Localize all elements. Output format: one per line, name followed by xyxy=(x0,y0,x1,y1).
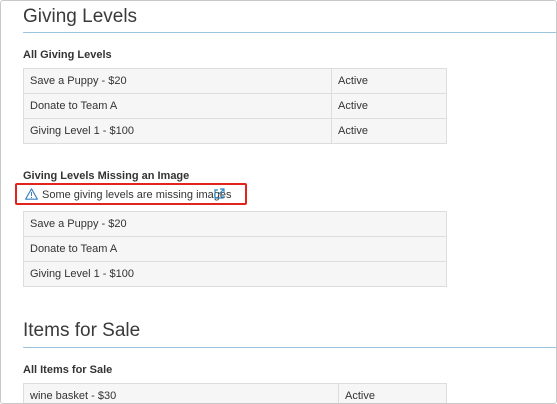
warning-triangle-icon xyxy=(25,188,38,203)
giving-level-name: Save a Puppy - $20 xyxy=(23,211,447,237)
table-row[interactable]: Donate to Team A xyxy=(23,236,447,262)
content-panel: Giving Levels All Giving Levels Save a P… xyxy=(0,0,557,404)
external-link-icon[interactable] xyxy=(213,188,225,203)
missing-images-warning: Some giving levels are missing images xyxy=(15,183,247,205)
table-row[interactable]: Giving Level 1 - $100 xyxy=(23,261,447,287)
table-row[interactable]: Giving Level 1 - $100 Active xyxy=(23,118,447,144)
table-row[interactable]: Save a Puppy - $20 xyxy=(23,211,447,237)
table-row[interactable]: Donate to Team A Active xyxy=(23,93,447,119)
giving-level-name: Donate to Team A xyxy=(23,93,332,119)
giving-level-status: Active xyxy=(331,68,447,94)
missing-image-table: Save a Puppy - $20 Donate to Team A Givi… xyxy=(23,211,447,287)
section-divider xyxy=(23,32,556,33)
all-items-subtitle: All Items for Sale xyxy=(23,364,113,376)
giving-level-name: Donate to Team A xyxy=(23,236,447,262)
giving-levels-title: Giving Levels xyxy=(23,6,138,27)
giving-level-name: Save a Puppy - $20 xyxy=(23,68,332,94)
giving-level-name: Giving Level 1 - $100 xyxy=(23,261,447,287)
giving-level-status: Active xyxy=(331,93,447,119)
item-status: Active xyxy=(338,383,447,403)
table-row[interactable]: wine basket - $30 Active xyxy=(23,383,447,403)
table-row[interactable]: Save a Puppy - $20 Active xyxy=(23,68,447,94)
all-giving-levels-subtitle: All Giving Levels xyxy=(23,49,112,61)
all-items-table: wine basket - $30 Active xyxy=(23,383,447,403)
giving-level-name: Giving Level 1 - $100 xyxy=(23,118,332,144)
all-giving-levels-table: Save a Puppy - $20 Active Donate to Team… xyxy=(23,68,447,144)
missing-image-subtitle: Giving Levels Missing an Image xyxy=(23,170,190,182)
section-divider xyxy=(23,347,556,348)
items-for-sale-title: Items for Sale xyxy=(23,320,141,341)
item-name: wine basket - $30 xyxy=(23,383,339,403)
giving-level-status: Active xyxy=(331,118,447,144)
warning-text: Some giving levels are missing images xyxy=(42,189,232,201)
